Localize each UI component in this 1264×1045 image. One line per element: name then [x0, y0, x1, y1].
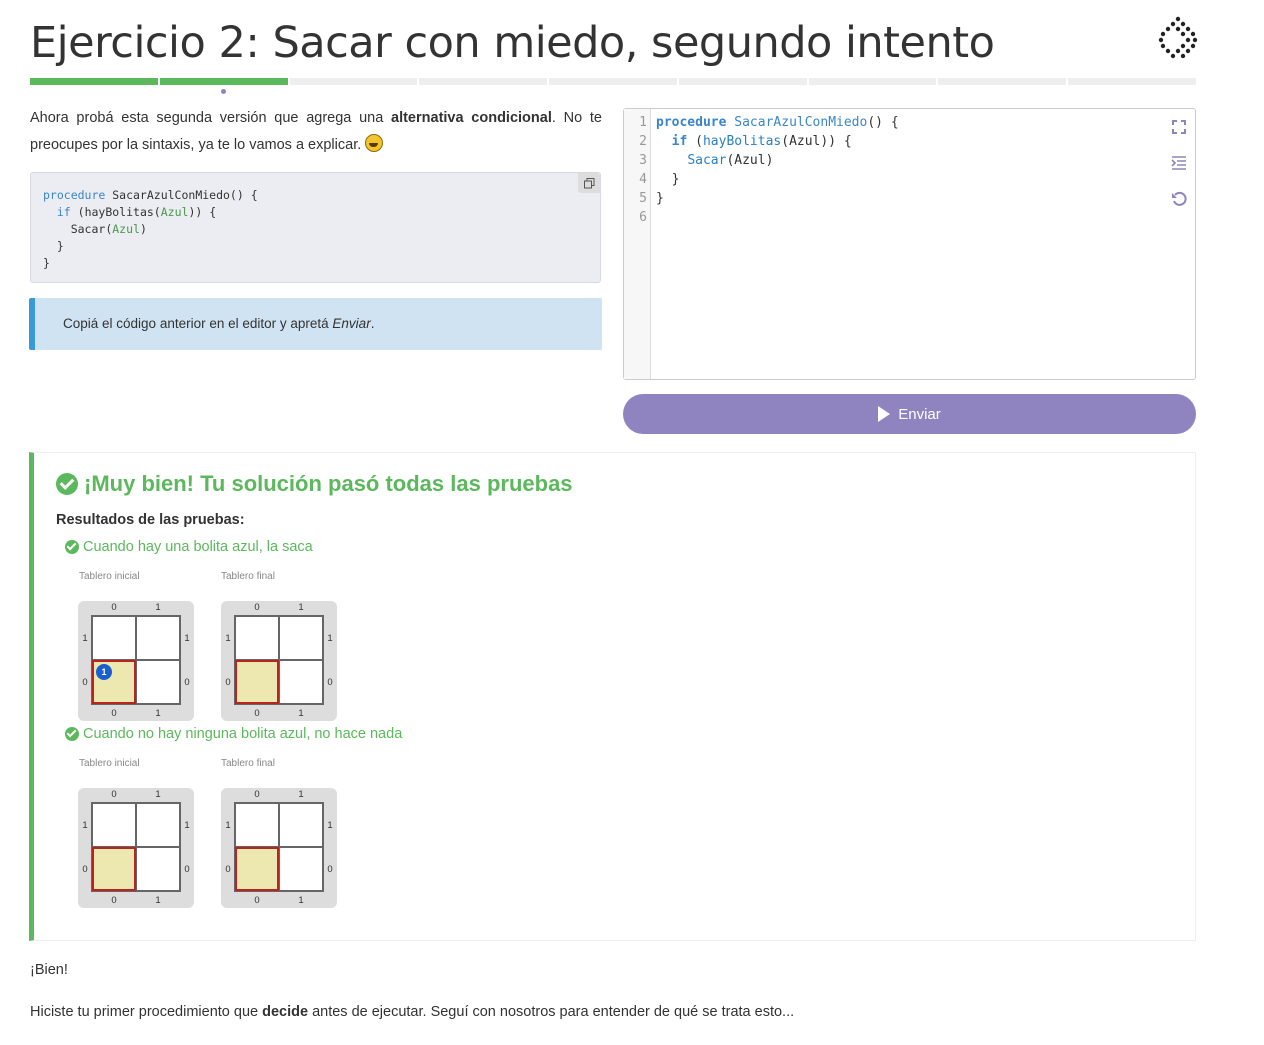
- check-circle-icon: [65, 727, 79, 741]
- board-cell: [279, 616, 323, 660]
- board-caption: Tablero final: [221, 758, 275, 769]
- board-caption: Tablero inicial: [79, 758, 140, 769]
- instruction-callout: Copiá el código anterior en el editor y …: [29, 298, 602, 350]
- board-cell: [92, 803, 136, 847]
- test-results-panel: ¡Muy bien! Tu solución pasó todas las pr…: [29, 452, 1196, 941]
- board-cell: [92, 616, 136, 660]
- corollary-text: Hiciste tu primer procedimiento que deci…: [30, 1004, 795, 1020]
- example-code-block: procedure SacarAzulConMiedo() { if (hayB…: [30, 172, 601, 283]
- page-title: Ejercicio 2: Sacar con miedo, segundo in…: [30, 18, 995, 68]
- final-board: 0 1 0 1 1 0 1 0: [221, 788, 337, 908]
- grinning-face-icon: [365, 134, 384, 152]
- board-cell: [235, 803, 279, 847]
- progress-segment-5[interactable]: [549, 78, 677, 85]
- board-caption: Tablero final: [221, 571, 275, 582]
- exercise-description: Ahora probá esta segunda versión que agr…: [30, 110, 602, 153]
- exercise-progress-bar: [30, 78, 1197, 85]
- board-cell-head: [92, 847, 136, 891]
- blue-ball-counter: 1: [96, 664, 112, 680]
- initial-board: 0 1 0 1 1 0 1 0: [78, 788, 194, 908]
- reset-code-icon[interactable]: [1171, 191, 1187, 207]
- current-exercise-marker: [221, 89, 226, 94]
- copy-icon: [583, 177, 594, 188]
- play-icon: [878, 406, 891, 422]
- results-subtitle: Resultados de las pruebas:: [56, 512, 245, 528]
- submit-button[interactable]: Enviar: [623, 394, 1196, 434]
- board-cell: [136, 616, 180, 660]
- copy-code-button[interactable]: [578, 173, 600, 193]
- board-cell-head: [235, 660, 279, 704]
- fullscreen-icon[interactable]: [1171, 119, 1187, 135]
- check-circle-icon: [65, 540, 79, 554]
- progress-segment-7[interactable]: [808, 78, 937, 85]
- board-cell: [279, 803, 323, 847]
- board-cell: [136, 847, 180, 891]
- check-circle-icon: [56, 473, 78, 495]
- progress-segment-3[interactable]: [289, 78, 418, 85]
- board-cell: [136, 803, 180, 847]
- board-cell: [279, 847, 323, 891]
- progress-segment-1[interactable]: [30, 78, 158, 85]
- line-number-gutter: 1 2 3 4 5 6: [624, 109, 651, 379]
- example-code: procedure SacarAzulConMiedo() { if (hayB…: [43, 188, 258, 270]
- progress-segment-6[interactable]: [678, 78, 807, 85]
- code-editor[interactable]: 1 2 3 4 5 6 procedure SacarAzulConMiedo(…: [623, 108, 1196, 380]
- mumuki-logo-icon[interactable]: [1158, 16, 1198, 60]
- format-code-icon[interactable]: [1171, 155, 1187, 171]
- progress-segment-4[interactable]: [419, 78, 548, 85]
- board-cell: [235, 616, 279, 660]
- test-result-2: Cuando no hay ninguna bolita azul, no ha…: [65, 726, 402, 742]
- board-caption: Tablero inicial: [79, 571, 140, 582]
- progress-segment-2[interactable]: [159, 78, 288, 85]
- board-cell: [279, 660, 323, 704]
- test-result-1: Cuando hay una bolita azul, la saca: [65, 539, 313, 555]
- final-board: 0 1 0 1 1 0 1 0: [221, 601, 337, 721]
- initial-board: 0 1 0 1 1 0 1 0 1: [78, 601, 194, 721]
- results-title: ¡Muy bien! Tu solución pasó todas las pr…: [56, 471, 573, 497]
- editor-content[interactable]: procedure SacarAzulConMiedo() { if (hayB…: [656, 113, 899, 208]
- corollary-heading: ¡Bien!: [30, 962, 68, 978]
- progress-segment-8[interactable]: [938, 78, 1067, 85]
- board-cell-head: 1: [92, 660, 136, 704]
- board-cell: [136, 660, 180, 704]
- board-cell-head: [235, 847, 279, 891]
- progress-segment-9[interactable]: [1068, 78, 1197, 85]
